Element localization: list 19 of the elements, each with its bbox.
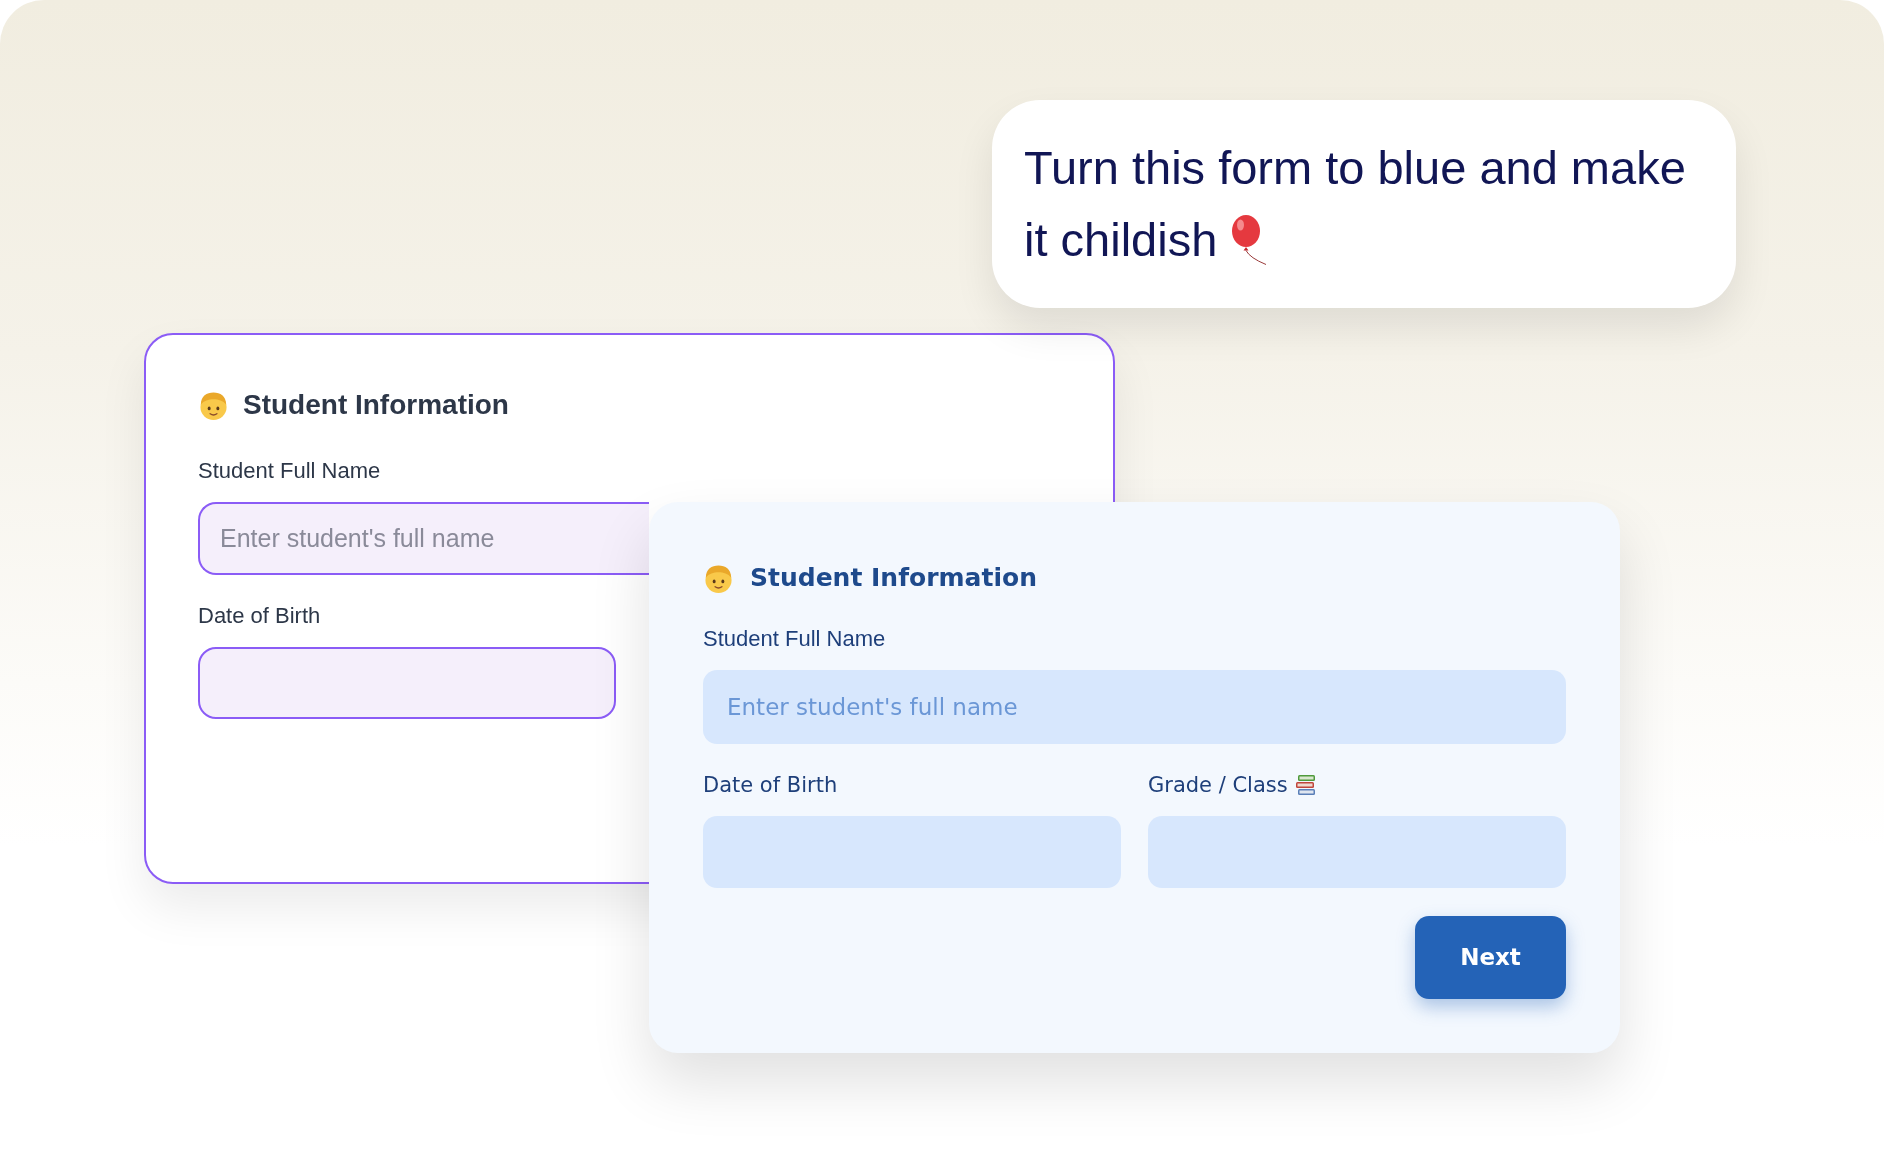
text-input[interactable]: Enter student's full name: [198, 502, 649, 575]
field-label: Student Full Name: [703, 626, 886, 651]
text-input[interactable]: [703, 816, 1121, 888]
balloon-icon: [1229, 215, 1268, 265]
prompt-text: it childish: [1024, 212, 1218, 268]
field-label: Student Full Name: [198, 458, 381, 483]
text-input[interactable]: Enter student's full name: [703, 670, 1566, 744]
form-title: Student Information: [243, 388, 509, 422]
prompt-text: Turn this form to blue and make: [1024, 140, 1686, 196]
next-button[interactable]: Next: [1415, 916, 1566, 999]
field-label: Date of Birth: [703, 772, 838, 799]
field-label: Date of Birth: [198, 602, 321, 630]
text-input[interactable]: [198, 647, 616, 719]
form-title: Student Information: [750, 562, 1037, 594]
boy-face-icon: [198, 389, 229, 421]
boy-face-icon: [703, 562, 734, 594]
field-label: Grade / Class: [1148, 772, 1288, 799]
books-icon: [1294, 774, 1317, 796]
text-input[interactable]: [1148, 816, 1566, 888]
